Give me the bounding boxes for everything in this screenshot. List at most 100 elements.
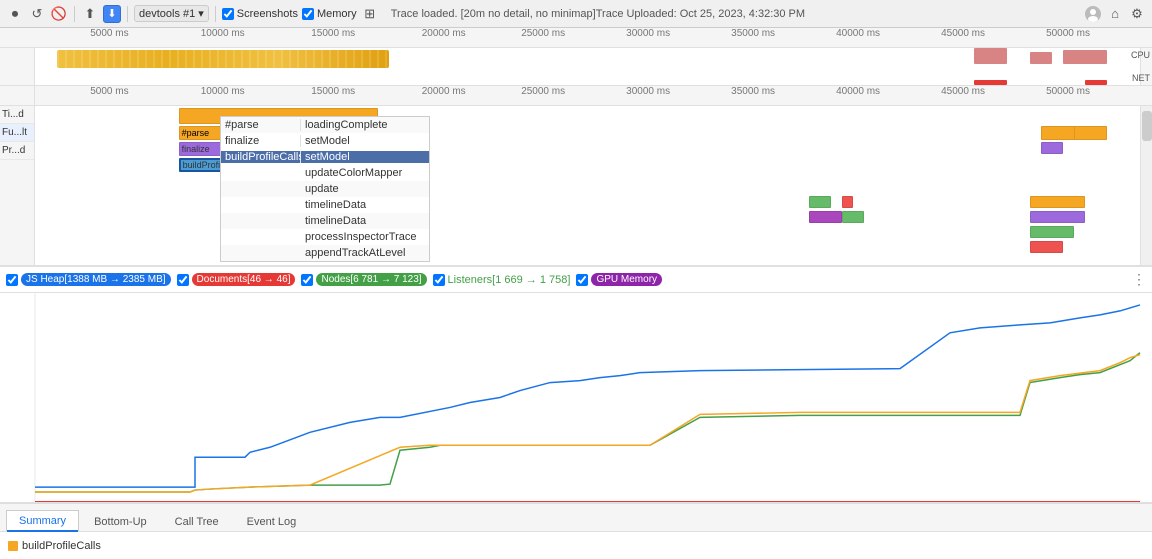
- flame-bar-purple2[interactable]: [809, 211, 842, 223]
- tab-selector[interactable]: devtools #1 ▾: [134, 5, 209, 22]
- flame-bar-orange3[interactable]: [1030, 196, 1085, 208]
- popup-parse-right: loadingComplete: [301, 119, 429, 131]
- gpu-memory-counter[interactable]: GPU Memory: [576, 273, 662, 286]
- gpu-memory-badge: GPU Memory: [591, 273, 662, 286]
- ruler-25000: 25000 ms: [521, 28, 565, 39]
- popup-5-right: update: [301, 183, 429, 195]
- home-icon[interactable]: ⌂: [1106, 5, 1124, 23]
- more-options-button[interactable]: ⋮: [1132, 271, 1146, 288]
- popup-row-5[interactable]: update: [221, 181, 429, 197]
- popup-row-6[interactable]: timelineData: [221, 197, 429, 213]
- popup-row-4[interactable]: updateColorMapper: [221, 165, 429, 181]
- refresh-icon[interactable]: ↺: [28, 5, 46, 23]
- ruler-45000: 45000 ms: [941, 28, 985, 39]
- scrollbar-thumb[interactable]: [1142, 111, 1152, 141]
- t2-5000: 5000 ms: [90, 86, 128, 97]
- popup-6-right: timelineData: [301, 199, 429, 211]
- user-avatar[interactable]: [1084, 5, 1102, 23]
- t2-ruler: 5000 ms 10000 ms 15000 ms 20000 ms 25000…: [35, 86, 1140, 105]
- screenshots-checkbox[interactable]: [222, 8, 234, 20]
- memory-checkbox[interactable]: [302, 8, 314, 20]
- memory-svg: [0, 293, 1152, 502]
- flame-bar-purple1[interactable]: [1041, 142, 1063, 154]
- tab-eventlog-label: Event Log: [247, 516, 297, 528]
- popup-finalize-right: setModel: [301, 135, 429, 147]
- screenshots-toggle[interactable]: Screenshots: [222, 8, 298, 20]
- tab-bottomup-label: Bottom-Up: [94, 516, 147, 528]
- documents-checkbox[interactable]: [177, 274, 189, 286]
- ruler-35000: 35000 ms: [731, 28, 775, 39]
- flame-track-labels: Ti...d Fu...lt Pr...d: [0, 106, 35, 265]
- flame-bar-green1[interactable]: [809, 196, 831, 208]
- gpu-memory-checkbox[interactable]: [576, 274, 588, 286]
- ruler-30000: 30000 ms: [626, 28, 670, 39]
- ruler-40000: 40000 ms: [836, 28, 880, 39]
- tab-summary[interactable]: Summary: [6, 510, 79, 532]
- flame-bar-green2[interactable]: [842, 211, 864, 223]
- filter-icon[interactable]: ⊞: [361, 5, 379, 23]
- nodes-badge: Nodes[6 781 → 7 123]: [316, 273, 426, 286]
- listeners-checkbox[interactable]: [433, 274, 445, 286]
- js-heap-badge: JS Heap[1388 MB → 2385 MB]: [21, 273, 171, 286]
- popup-row-finalize[interactable]: finalize setModel: [221, 133, 429, 149]
- nodes-checkbox[interactable]: [301, 274, 313, 286]
- memory-toggle[interactable]: Memory: [302, 8, 357, 20]
- popup-4-right: updateColorMapper: [301, 167, 429, 179]
- flame-bar-green3[interactable]: [1030, 226, 1074, 238]
- bottom-tabs: Summary Bottom-Up Call Tree Event Log: [0, 503, 1152, 531]
- popup-7-right: timelineData: [301, 215, 429, 227]
- ruler-10000: 10000 ms: [201, 28, 245, 39]
- separator: [74, 6, 75, 22]
- nodes-counter[interactable]: Nodes[6 781 → 7 123]: [301, 273, 426, 286]
- popup-row-7[interactable]: timelineData: [221, 213, 429, 229]
- t2-spacer: [0, 86, 35, 105]
- t2-15000: 15000 ms: [311, 86, 355, 97]
- summary-tag: buildProfileCalls: [8, 540, 101, 552]
- listeners-counter[interactable]: Listeners[1 669 → 1 758]: [433, 274, 571, 286]
- js-heap-checkbox[interactable]: [6, 274, 18, 286]
- track-label-tid: Ti...d: [0, 106, 34, 124]
- flame-bar-red2[interactable]: [1030, 241, 1063, 253]
- screenshots-label: Screenshots: [237, 8, 298, 20]
- flame-popup: #parse loadingComplete finalize setModel…: [220, 116, 430, 262]
- popup-build-right: setModel: [301, 151, 429, 163]
- tab-name: devtools #1: [139, 8, 195, 20]
- mini-chart: CPU NET: [0, 48, 1152, 86]
- flame-bar-purple3[interactable]: [1030, 211, 1085, 223]
- flame-chart: Ti...d Fu...lt Pr...d #parse finalize bu…: [0, 106, 1152, 266]
- popup-row-9[interactable]: appendTrackAtLevel: [221, 245, 429, 261]
- ruler-15000: 15000 ms: [311, 28, 355, 39]
- chevron-down-icon: ▾: [198, 7, 204, 20]
- listeners-label: Listeners[1 669 → 1 758]: [448, 274, 571, 286]
- documents-counter[interactable]: Documents[46 → 46]: [177, 273, 296, 286]
- tab-call-tree[interactable]: Call Tree: [162, 511, 232, 532]
- flame-bar-orange2[interactable]: [1074, 126, 1107, 140]
- popup-build-left: buildProfileCalls: [221, 151, 301, 163]
- download-button[interactable]: ⬇: [103, 5, 121, 23]
- separator3: [215, 6, 216, 22]
- trace-info: Trace loaded. [20m no detail, no minimap…: [383, 8, 1080, 20]
- ruler-5000: 5000 ms: [90, 28, 128, 39]
- flame-bar-red1[interactable]: [842, 196, 853, 208]
- tab-bottom-up[interactable]: Bottom-Up: [81, 511, 160, 532]
- flame-scrollbar[interactable]: [1140, 106, 1152, 265]
- upload-icon[interactable]: ⬆: [81, 5, 99, 23]
- flame-chart-content[interactable]: #parse finalize buildProfileCalls: [35, 106, 1140, 265]
- t2-20000: 20000 ms: [422, 86, 466, 97]
- popup-8-right: processInspectorTrace: [301, 231, 429, 243]
- js-heap-counter[interactable]: JS Heap[1388 MB → 2385 MB]: [6, 273, 171, 286]
- popup-row-build[interactable]: buildProfileCalls setModel: [221, 149, 429, 165]
- memory-label: Memory: [317, 8, 357, 20]
- t2-45000: 45000 ms: [941, 86, 985, 97]
- settings-icon[interactable]: ⚙: [1128, 5, 1146, 23]
- popup-row-parse[interactable]: #parse loadingComplete: [221, 117, 429, 133]
- popup-parse-left: #parse: [221, 119, 301, 131]
- track-label-full: Fu...lt: [0, 124, 34, 142]
- clear-icon[interactable]: 🚫: [50, 5, 68, 23]
- timeline-ruler: 5000 ms 10000 ms 15000 ms 20000 ms 25000…: [0, 28, 1152, 48]
- documents-badge: Documents[46 → 46]: [192, 273, 296, 286]
- tab-event-log[interactable]: Event Log: [234, 511, 310, 532]
- popup-row-8[interactable]: processInspectorTrace: [221, 229, 429, 245]
- record-icon[interactable]: ⏺: [6, 5, 24, 23]
- popup-finalize-left: finalize: [221, 135, 301, 147]
